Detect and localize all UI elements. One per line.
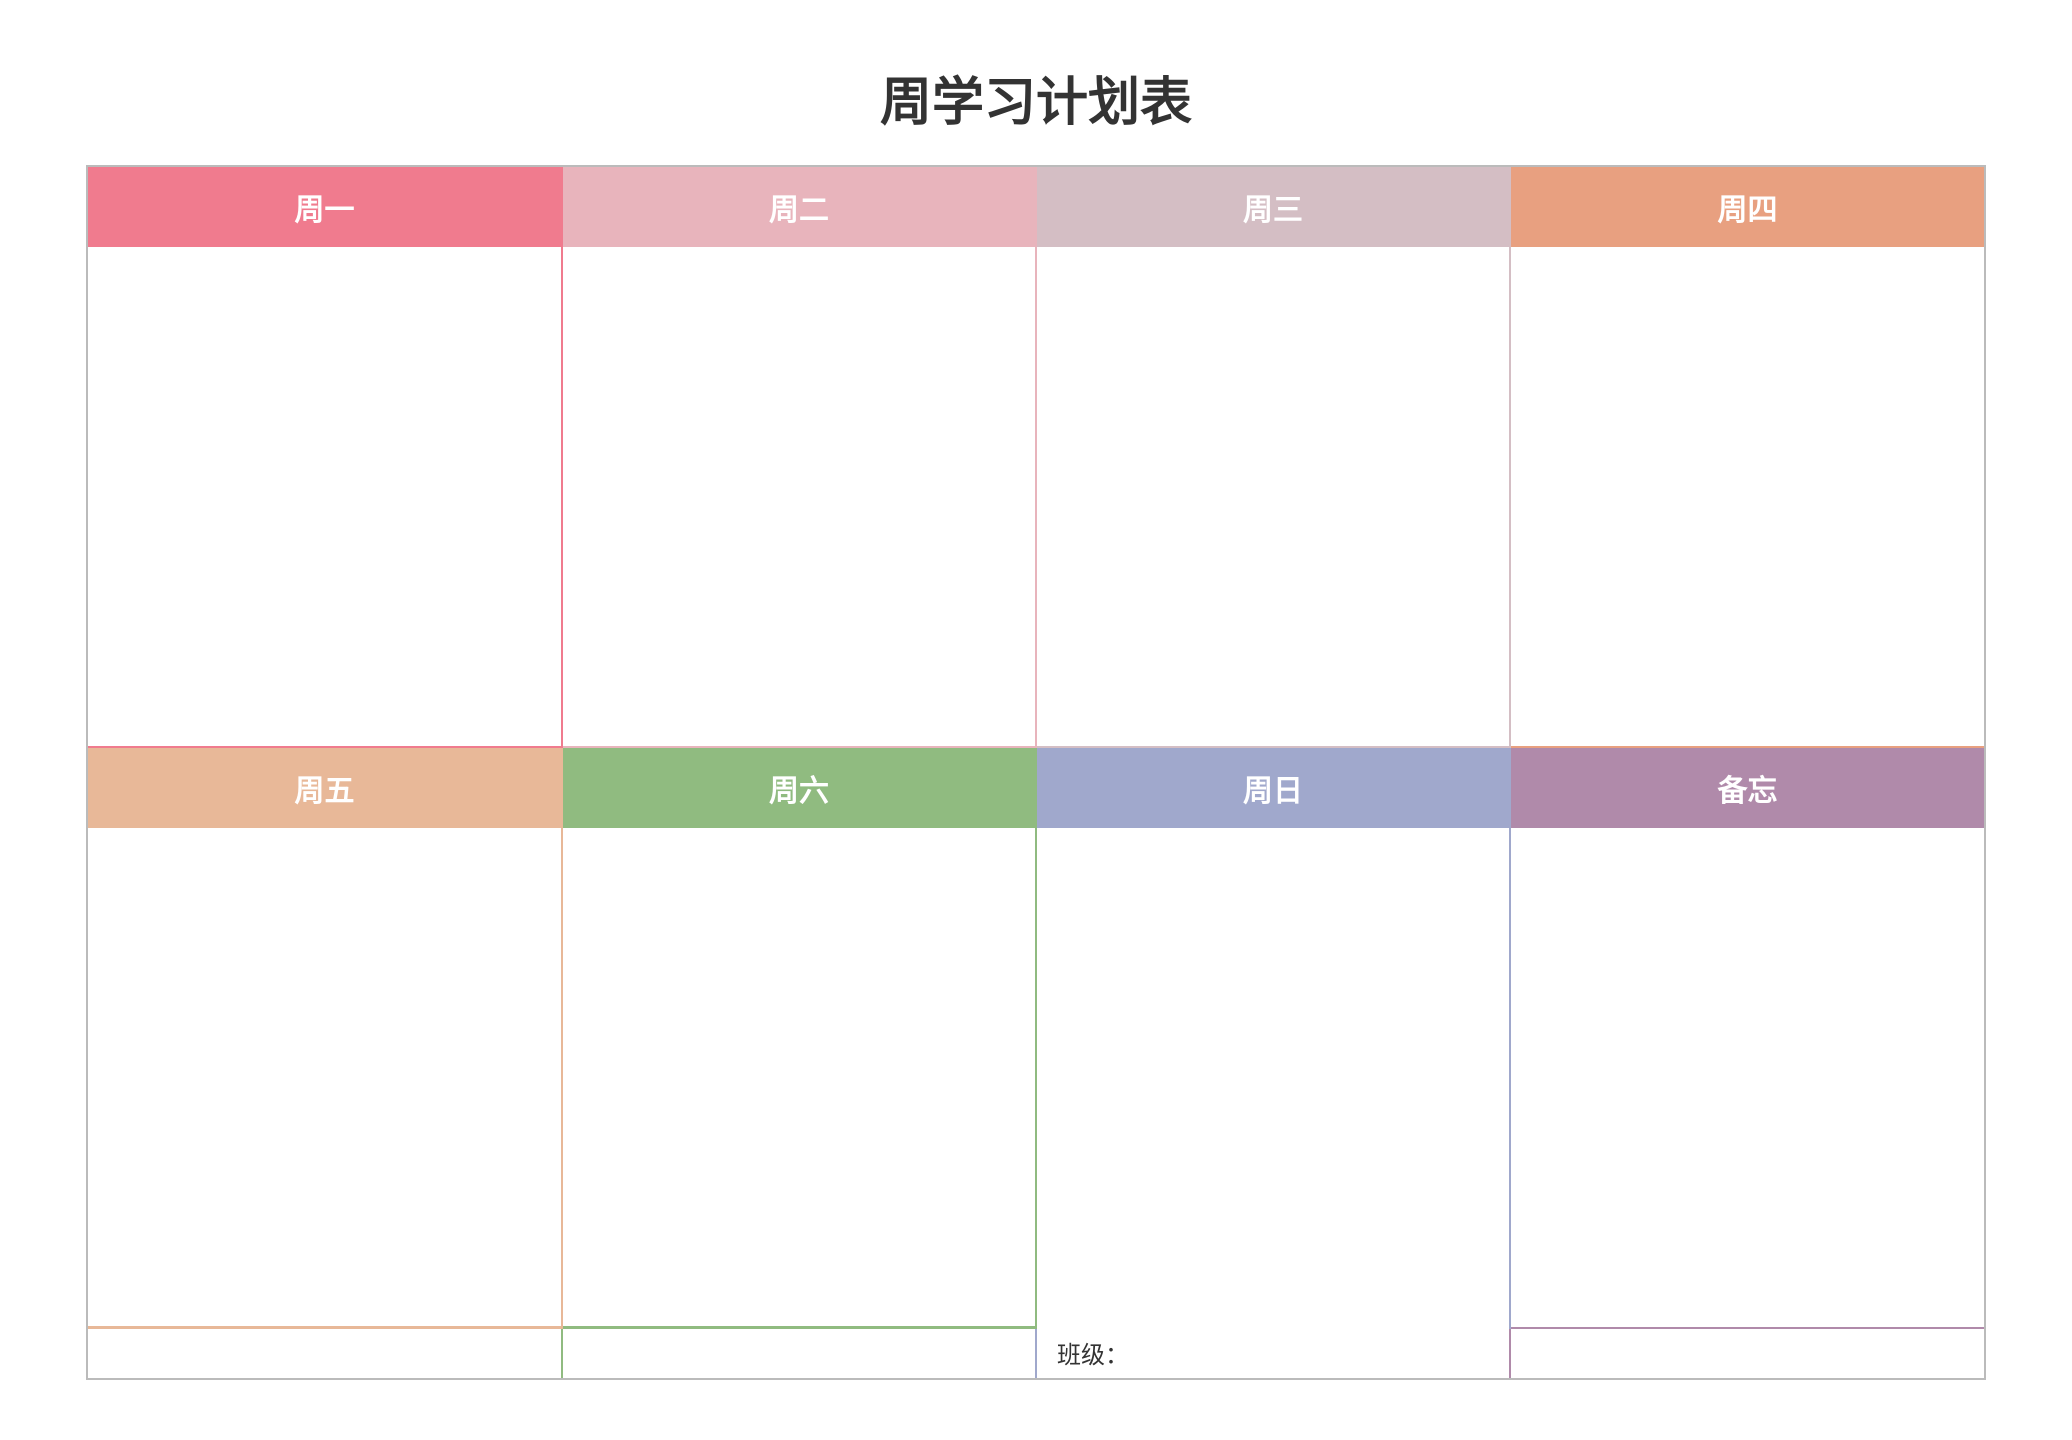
cell-memo[interactable] (1510, 828, 1984, 1328)
page-container: 周学习计划表 周一 周二 周三 周四 周五 周六 周日 备忘 (46, 30, 2026, 1410)
cell-wednesday[interactable] (1036, 247, 1510, 747)
header-wednesday: 周三 (1036, 167, 1510, 247)
footer-cell-2 (562, 1328, 1036, 1378)
header-memo: 备忘 (1510, 747, 1984, 827)
footer-row: 班级： (88, 1328, 1984, 1378)
page-title: 周学习计划表 (86, 60, 1986, 135)
bottom-header-row: 周五 周六 周日 备忘 (88, 747, 1984, 827)
bottom-content-row (88, 828, 1984, 1328)
schedule-wrapper: 周一 周二 周三 周四 周五 周六 周日 备忘 (86, 165, 1986, 1380)
footer-cell-1 (88, 1328, 562, 1378)
footer-cell-class: 班级： (1036, 1328, 1510, 1378)
header-saturday: 周六 (562, 747, 1036, 827)
cell-sunday[interactable] (1036, 828, 1510, 1328)
top-content-row (88, 247, 1984, 747)
schedule-table: 周一 周二 周三 周四 周五 周六 周日 备忘 (88, 167, 1984, 1378)
cell-friday[interactable] (88, 828, 562, 1328)
header-thursday: 周四 (1510, 167, 1984, 247)
header-friday: 周五 (88, 747, 562, 827)
header-monday: 周一 (88, 167, 562, 247)
footer-cell-4 (1510, 1328, 1984, 1378)
header-tuesday: 周二 (562, 167, 1036, 247)
cell-thursday[interactable] (1510, 247, 1984, 747)
cell-monday[interactable] (88, 247, 562, 747)
cell-tuesday[interactable] (562, 247, 1036, 747)
header-sunday: 周日 (1036, 747, 1510, 827)
top-header-row: 周一 周二 周三 周四 (88, 167, 1984, 247)
cell-saturday[interactable] (562, 828, 1036, 1328)
